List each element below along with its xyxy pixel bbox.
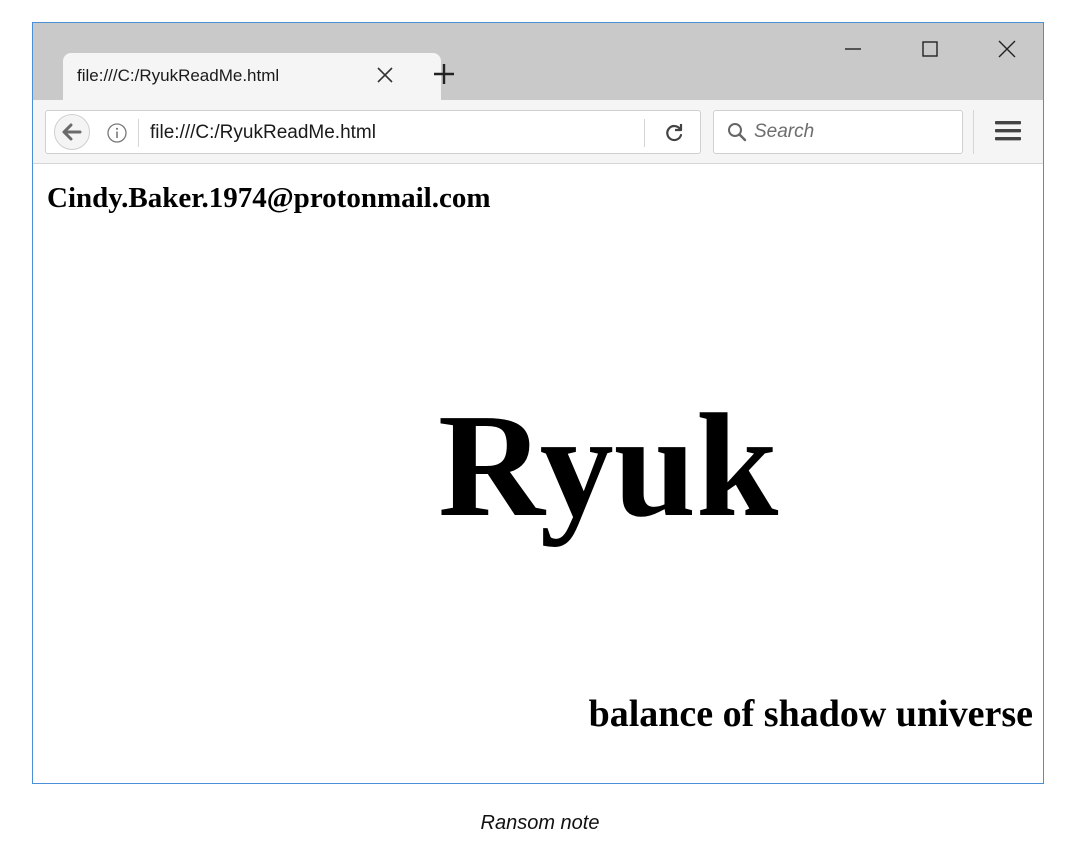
url-separator	[138, 119, 139, 147]
minimize-icon[interactable]	[841, 37, 865, 61]
page-content: Cindy.Baker.1974@protonmail.com Ryuk bal…	[33, 164, 1043, 783]
browser-tab[interactable]: file:///C:/RyukReadMe.html	[63, 53, 441, 100]
tab-title: file:///C:/RyukReadMe.html	[77, 66, 280, 85]
maximize-icon[interactable]	[918, 37, 942, 61]
url-text[interactable]: file:///C:/RyukReadMe.html	[150, 122, 376, 144]
title-bar: file:///C:/RyukReadMe.html	[33, 23, 1043, 100]
search-bar[interactable]	[713, 110, 963, 154]
menu-separator	[973, 110, 974, 154]
address-bar[interactable]: file:///C:/RyukReadMe.html	[45, 110, 701, 154]
figure-caption: Ransom note	[480, 812, 600, 834]
browser-window: file:///C:/RyukReadMe.html file:///C:/Ry…	[32, 22, 1044, 784]
tab-close-icon[interactable]	[373, 63, 397, 87]
info-icon[interactable]	[106, 122, 128, 144]
screenshot-stage: file:///C:/RyukReadMe.html file:///C:/Ry…	[0, 0, 1080, 846]
reload-icon[interactable]	[662, 121, 686, 145]
search-icon	[726, 121, 748, 143]
new-tab-icon[interactable]	[431, 61, 457, 87]
page-tagline: balance of shadow universe	[588, 693, 1033, 735]
reload-separator	[644, 119, 645, 147]
back-arrow-icon[interactable]	[54, 114, 90, 150]
page-heading: Ryuk	[438, 384, 779, 548]
search-input[interactable]	[754, 117, 954, 147]
hamburger-menu-icon[interactable]	[993, 118, 1023, 144]
window-close-icon[interactable]	[995, 37, 1019, 61]
navigation-toolbar: file:///C:/RyukReadMe.html	[33, 100, 1043, 164]
contact-email: Cindy.Baker.1974@protonmail.com	[47, 182, 491, 214]
